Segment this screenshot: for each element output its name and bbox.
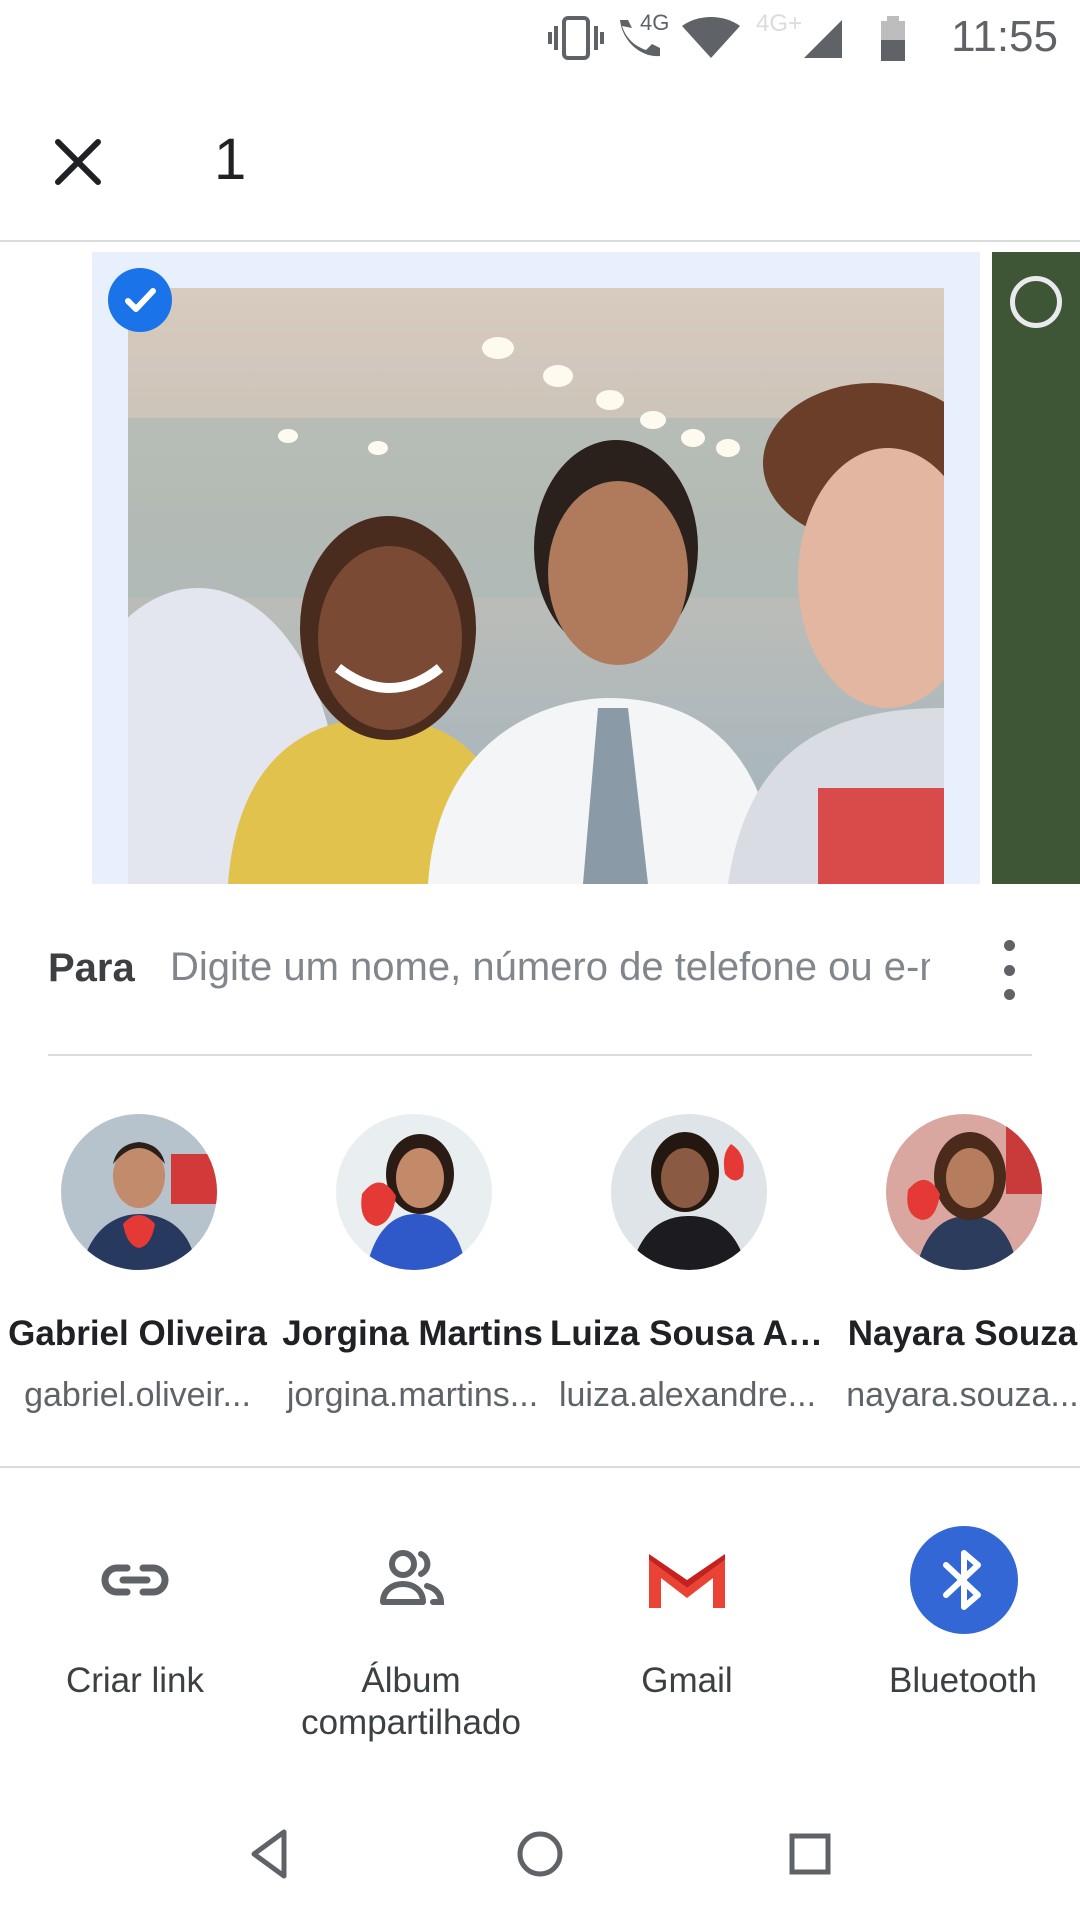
create-link-button[interactable]: Criar link: [0, 1500, 270, 1760]
more-vert-dot: [1003, 989, 1015, 1000]
recipient-row: Para: [48, 930, 1032, 1056]
avatar: [611, 1114, 767, 1270]
bluetooth-button[interactable]: Bluetooth: [828, 1500, 1080, 1760]
check-icon: [125, 288, 156, 312]
gmail-button[interactable]: Gmail: [552, 1500, 822, 1760]
selection-header: 1: [0, 80, 1080, 242]
contact-item[interactable]: Nayara Souza nayara.souza...: [825, 1110, 1080, 1414]
contact-email: luiza.alexandre...: [558, 1376, 817, 1414]
photo-meeting-image: [128, 288, 944, 884]
bluetooth-icon: [910, 1526, 1018, 1634]
more-vert-icon: [1003, 940, 1015, 951]
photo-strip[interactable]: [0, 242, 1080, 894]
battery-icon: [881, 16, 905, 61]
shared-album-button[interactable]: Álbum compartilhado: [276, 1500, 546, 1760]
app-label: Criar link: [65, 1661, 205, 1700]
avatar: [336, 1114, 492, 1270]
contact-item[interactable]: Gabriel Oliveira gabriel.oliveir...: [0, 1110, 275, 1414]
link-icon: [87, 1532, 183, 1628]
back-icon: [251, 1829, 287, 1879]
close-icon: [55, 139, 101, 185]
status-time: 11:55: [951, 12, 1058, 61]
system-navigation-bar: [0, 1790, 1080, 1920]
status-bar: 4G 4G+ 11:55: [0, 0, 1080, 80]
recents-icon: [789, 1833, 831, 1875]
contact-name: Nayara Souza: [847, 1314, 1078, 1353]
close-button[interactable]: [40, 124, 116, 200]
more-vert-dot: [1003, 964, 1015, 976]
vibrate-icon: [548, 16, 604, 60]
home-button[interactable]: [500, 1814, 580, 1894]
selected-photo[interactable]: [128, 288, 944, 884]
contact-email: jorgina.martins...: [286, 1376, 539, 1414]
gmail-icon: [639, 1532, 735, 1628]
shared-album-icon: [363, 1532, 459, 1628]
selected-count: 1: [214, 127, 247, 192]
next-photo[interactable]: [992, 252, 1080, 884]
photo-selected-check[interactable]: [108, 268, 172, 332]
app-label: Gmail: [641, 1661, 733, 1700]
avatar: [886, 1114, 1042, 1270]
contact-name: Gabriel Oliveira: [8, 1314, 267, 1353]
contact-email: nayara.souza...: [846, 1376, 1079, 1414]
contact-name: Jorgina Martins: [282, 1314, 543, 1353]
network-type-label-2: 4G+: [756, 10, 803, 37]
recipient-search-input[interactable]: [168, 936, 932, 998]
share-targets: Criar link Álbum compartilhado Gmail Blu…: [0, 1500, 1080, 1760]
suggested-contacts: Gabriel Oliveira gabriel.oliveir... Jorg…: [0, 1110, 1080, 1468]
cellular-signal-icon: [804, 20, 842, 58]
contact-item[interactable]: Luiza Sousa Ale... luiza.alexandre...: [550, 1110, 825, 1414]
home-icon: [517, 1831, 563, 1877]
network-type-label: 4G: [640, 10, 670, 35]
app-label: Bluetooth: [889, 1661, 1037, 1700]
back-button[interactable]: [230, 1814, 310, 1894]
app-label: Álbum compartilhado: [301, 1661, 521, 1742]
next-photo-select-toggle[interactable]: [1010, 276, 1062, 328]
contact-email: gabriel.oliveir...: [24, 1376, 251, 1414]
contact-item[interactable]: Jorgina Martins jorgina.martins...: [275, 1110, 550, 1414]
more-options-button[interactable]: [994, 940, 1024, 1000]
wifi-icon: [682, 17, 740, 58]
contact-name: Luiza Sousa Ale...: [550, 1314, 825, 1353]
avatar: [61, 1114, 217, 1270]
recents-button[interactable]: [770, 1814, 850, 1894]
to-label: Para: [48, 946, 135, 990]
